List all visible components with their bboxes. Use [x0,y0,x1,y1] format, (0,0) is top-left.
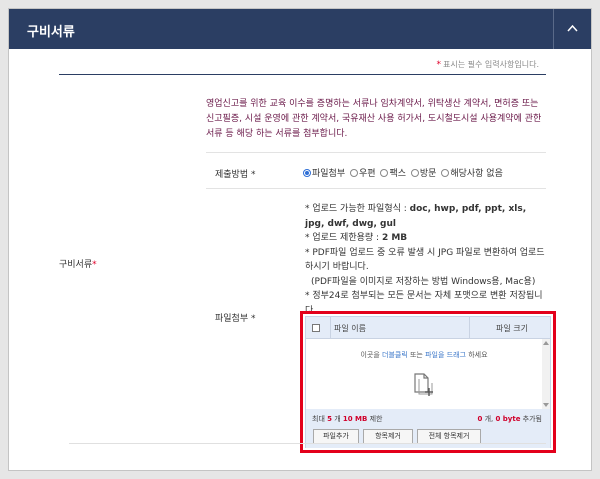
divider [59,74,546,75]
radio-visit[interactable]: 방문 [410,166,436,179]
file-list-scrollbar[interactable] [542,339,550,409]
required-note: * 표시는 필수 입력사항입니다. [437,59,539,70]
radio-unchecked-icon[interactable] [441,168,450,177]
radio-unchecked-icon[interactable] [410,168,419,177]
file-list-header: 파일 이름 파일 크기 [306,317,550,339]
pdf-note: * PDF파일 업로드 중 오류 발생 시 JPG 파일로 변환하여 업로드 하… [305,247,545,273]
upload-formats: * 업로드 가능한 파일형식 : doc, hwp, pdf, ppt, xls… [305,204,527,229]
add-file-button[interactable]: 파일추가 [313,429,359,444]
required-star: * [436,60,442,70]
divider [206,152,546,153]
collapse-button[interactable] [553,9,591,49]
radio-not-applicable[interactable]: 해당사항 없음 [441,166,503,179]
chevron-up-icon [567,24,578,32]
scroll-up-icon[interactable] [543,341,549,345]
drop-zone[interactable]: 이곳을 더블클릭 또는 파일을 드래그 하세요 [306,339,550,409]
file-uploader: 파일 이름 파일 크기 이곳을 더블클릭 또는 파일을 드래그 하세요 최대 5… [305,316,551,448]
upload-status: 최대 5 개 10 MB 제한 0 개, 0 byte 추가됨 [306,409,550,425]
add-file-icon [414,373,433,396]
radio-unchecked-icon[interactable] [350,168,358,177]
upload-count-status: 0 개, 0 byte 추가됨 [477,415,542,423]
radio-file-attach[interactable]: 파일첨부 [303,166,345,179]
uploader-buttons: 파일추가 항목제거 전체 항목제거 [306,426,550,448]
upload-info: * 업로드 가능한 파일형식 : doc, hwp, pdf, ppt, xls… [305,202,547,318]
section-header: 구비서류 [9,9,591,49]
submit-method-options: 파일첨부 우편 팩스 방문 해당사항 없음 [303,166,505,180]
upload-limit: * 업로드 제한용량 : 2 MB [305,233,408,243]
col-file-name: 파일 이름 [334,324,366,333]
remove-item-button[interactable]: 항목제거 [363,429,413,444]
file-attach-label: 파일첨부 * [215,314,256,324]
radio-fax[interactable]: 팩스 [380,166,406,179]
select-all-checkbox[interactable] [312,324,320,332]
scroll-down-icon[interactable] [543,403,549,407]
submit-method-label: 제출방법 * [215,170,256,180]
drop-hint: 이곳을 더블클릭 또는 파일을 드래그 하세요 [360,351,488,359]
row-label-documents: 구비서류* [59,257,97,270]
intro-text: 영업신고를 위한 교육 이수를 증명하는 서류나 임차계약서, 위탁생산 계약서… [206,99,542,139]
divider [69,443,546,444]
upload-highlight: 파일 이름 파일 크기 이곳을 더블클릭 또는 파일을 드래그 하세요 최대 5… [300,311,556,453]
row-label-text: 구비서류 [59,260,93,270]
radio-unchecked-icon[interactable] [380,168,389,177]
remove-all-button[interactable]: 전체 항목제거 [417,429,481,444]
radio-checked-icon[interactable] [303,168,311,177]
section-title: 구비서류 [27,25,75,40]
required-star: * [92,260,97,270]
required-note-text: 표시는 필수 입력사항입니다. [443,60,539,69]
divider [206,188,546,189]
col-file-size: 파일 크기 [496,324,528,333]
upload-limit-status: 최대 5 개 10 MB 제한 [312,415,383,423]
radio-mail[interactable]: 우편 [350,166,376,179]
document-panel: 구비서류 * 표시는 필수 입력사항입니다. 구비서류* 영업신고를 위한 교육 … [8,8,592,471]
pdf-method-link[interactable]: (PDF파일을 이미지로 저장하는 방법 Windows용, Mac용) [305,275,547,290]
